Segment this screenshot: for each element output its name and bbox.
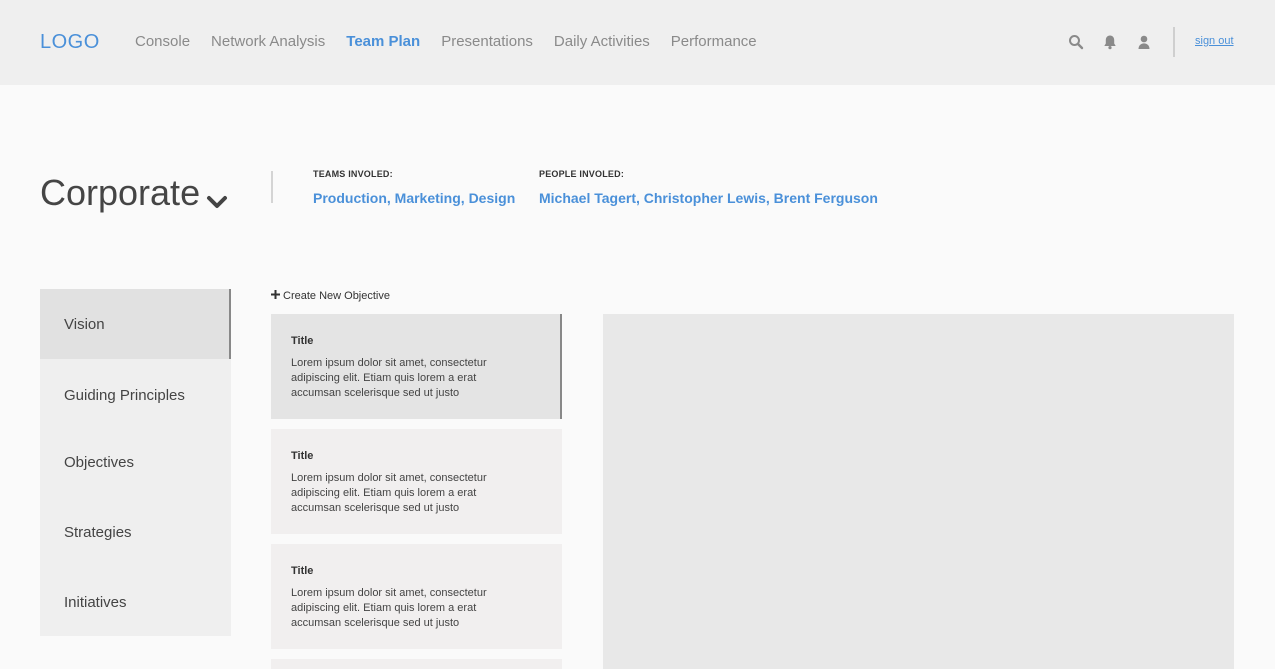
plan-sidebar: Vision Guiding Principles Objectives Str… bbox=[40, 289, 231, 636]
nav-team-plan[interactable]: Team Plan bbox=[346, 33, 420, 50]
card-title: Title bbox=[291, 335, 314, 347]
logo[interactable]: LOGO bbox=[40, 31, 100, 54]
objective-card[interactable]: Title Lorem ipsum dolor sit amet, consec… bbox=[271, 429, 562, 534]
sidebar-item-guiding-principles[interactable]: Guiding Principles bbox=[40, 360, 231, 430]
bell-icon[interactable] bbox=[1102, 34, 1118, 50]
people-value[interactable]: Michael Tagert, Christopher Lewis, Brent… bbox=[539, 190, 878, 206]
top-navbar: LOGO Console Network Analysis Team Plan … bbox=[0, 0, 1275, 85]
nav-presentations[interactable]: Presentations bbox=[441, 33, 533, 50]
detail-panel bbox=[603, 314, 1234, 669]
sidebar-item-initiatives[interactable]: Initiatives bbox=[40, 567, 231, 637]
people-label: PEOPLE INVOLED: bbox=[539, 169, 625, 179]
objective-card[interactable]: Title Lorem ipsum dolor sit amet, consec… bbox=[271, 544, 562, 649]
teams-label: TEAMS INVOLED: bbox=[313, 169, 393, 179]
card-title: Title bbox=[291, 565, 314, 577]
sidebar-item-vision[interactable]: Vision bbox=[40, 289, 231, 359]
nav-network-analysis[interactable]: Network Analysis bbox=[211, 33, 325, 50]
nav-performance[interactable]: Performance bbox=[671, 33, 757, 50]
card-title: Title bbox=[291, 450, 314, 462]
nav-daily-activities[interactable]: Daily Activities bbox=[554, 33, 650, 50]
people-involved: PEOPLE INVOLED: Michael Tagert, Christop… bbox=[539, 169, 878, 206]
sign-out-link[interactable]: sign out bbox=[1195, 35, 1234, 47]
header-divider bbox=[1173, 27, 1175, 57]
header-icons bbox=[1068, 34, 1152, 50]
card-body: Lorem ipsum dolor sit amet, consectetur … bbox=[291, 357, 487, 399]
create-objective-button[interactable]: Create New Objective bbox=[271, 290, 390, 302]
card-body: Lorem ipsum dolor sit amet, consectetur … bbox=[291, 587, 487, 629]
org-selector[interactable]: Corporate bbox=[40, 167, 228, 219]
objective-card[interactable]: Title Lorem ipsum dolor sit amet, consec… bbox=[271, 314, 562, 419]
teams-involved: TEAMS INVOLED: Production, Marketing, De… bbox=[313, 169, 515, 206]
chevron-down-icon bbox=[206, 177, 228, 219]
org-name: Corporate bbox=[40, 172, 201, 213]
nav-console[interactable]: Console bbox=[135, 33, 190, 50]
sidebar-item-strategies[interactable]: Strategies bbox=[40, 497, 231, 567]
user-icon[interactable] bbox=[1136, 34, 1152, 50]
search-icon[interactable] bbox=[1068, 34, 1084, 50]
card-body: Lorem ipsum dolor sit amet, consectetur … bbox=[291, 472, 487, 514]
main-nav: Console Network Analysis Team Plan Prese… bbox=[135, 33, 757, 50]
objective-card-partial[interactable] bbox=[271, 659, 562, 669]
sidebar-item-objectives[interactable]: Objectives bbox=[40, 427, 231, 497]
create-objective-label: Create New Objective bbox=[283, 290, 390, 302]
org-divider bbox=[271, 171, 273, 203]
teams-value[interactable]: Production, Marketing, Design bbox=[313, 190, 515, 206]
plus-icon bbox=[271, 290, 280, 302]
